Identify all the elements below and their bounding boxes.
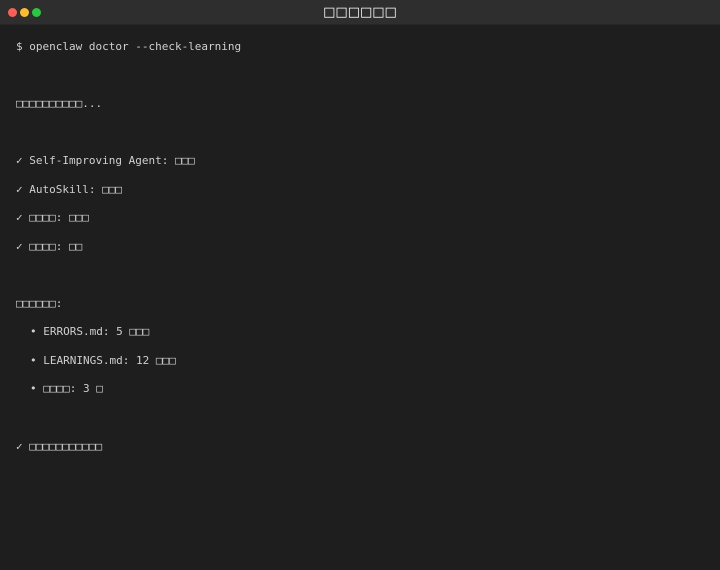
stats-item-errors: • ERRORS.md: 5 □□□: [30, 325, 150, 338]
checking-status-line: □□□□□□□□□□...: [16, 97, 103, 110]
check-result-3: ✓ □□□□: □□□: [16, 211, 89, 224]
command-line: $ openclaw doctor --check-learning: [16, 40, 242, 53]
window-title: □□□□□□: [323, 5, 397, 20]
check-result-4: ✓ □□□□: □□: [16, 240, 83, 253]
stats-item-learnings: • LEARNINGS.md: 12 □□□: [30, 354, 176, 367]
stats-item-3: • □□□□: 3 □: [30, 382, 103, 395]
check-result-self-improving-agent: ✓ Self-Improving Agent: □□□: [16, 154, 195, 167]
check-result-autoskill: ✓ AutoSkill: □□□: [16, 183, 122, 196]
stats-heading: □□□□□□:: [16, 297, 63, 310]
title-bar: □□□□□□: [0, 0, 720, 25]
final-status-line: ✓ □□□□□□□□□□□: [16, 440, 103, 453]
terminal-window: □□□□□□ $ openclaw doctor --check-learnin…: [0, 0, 720, 570]
